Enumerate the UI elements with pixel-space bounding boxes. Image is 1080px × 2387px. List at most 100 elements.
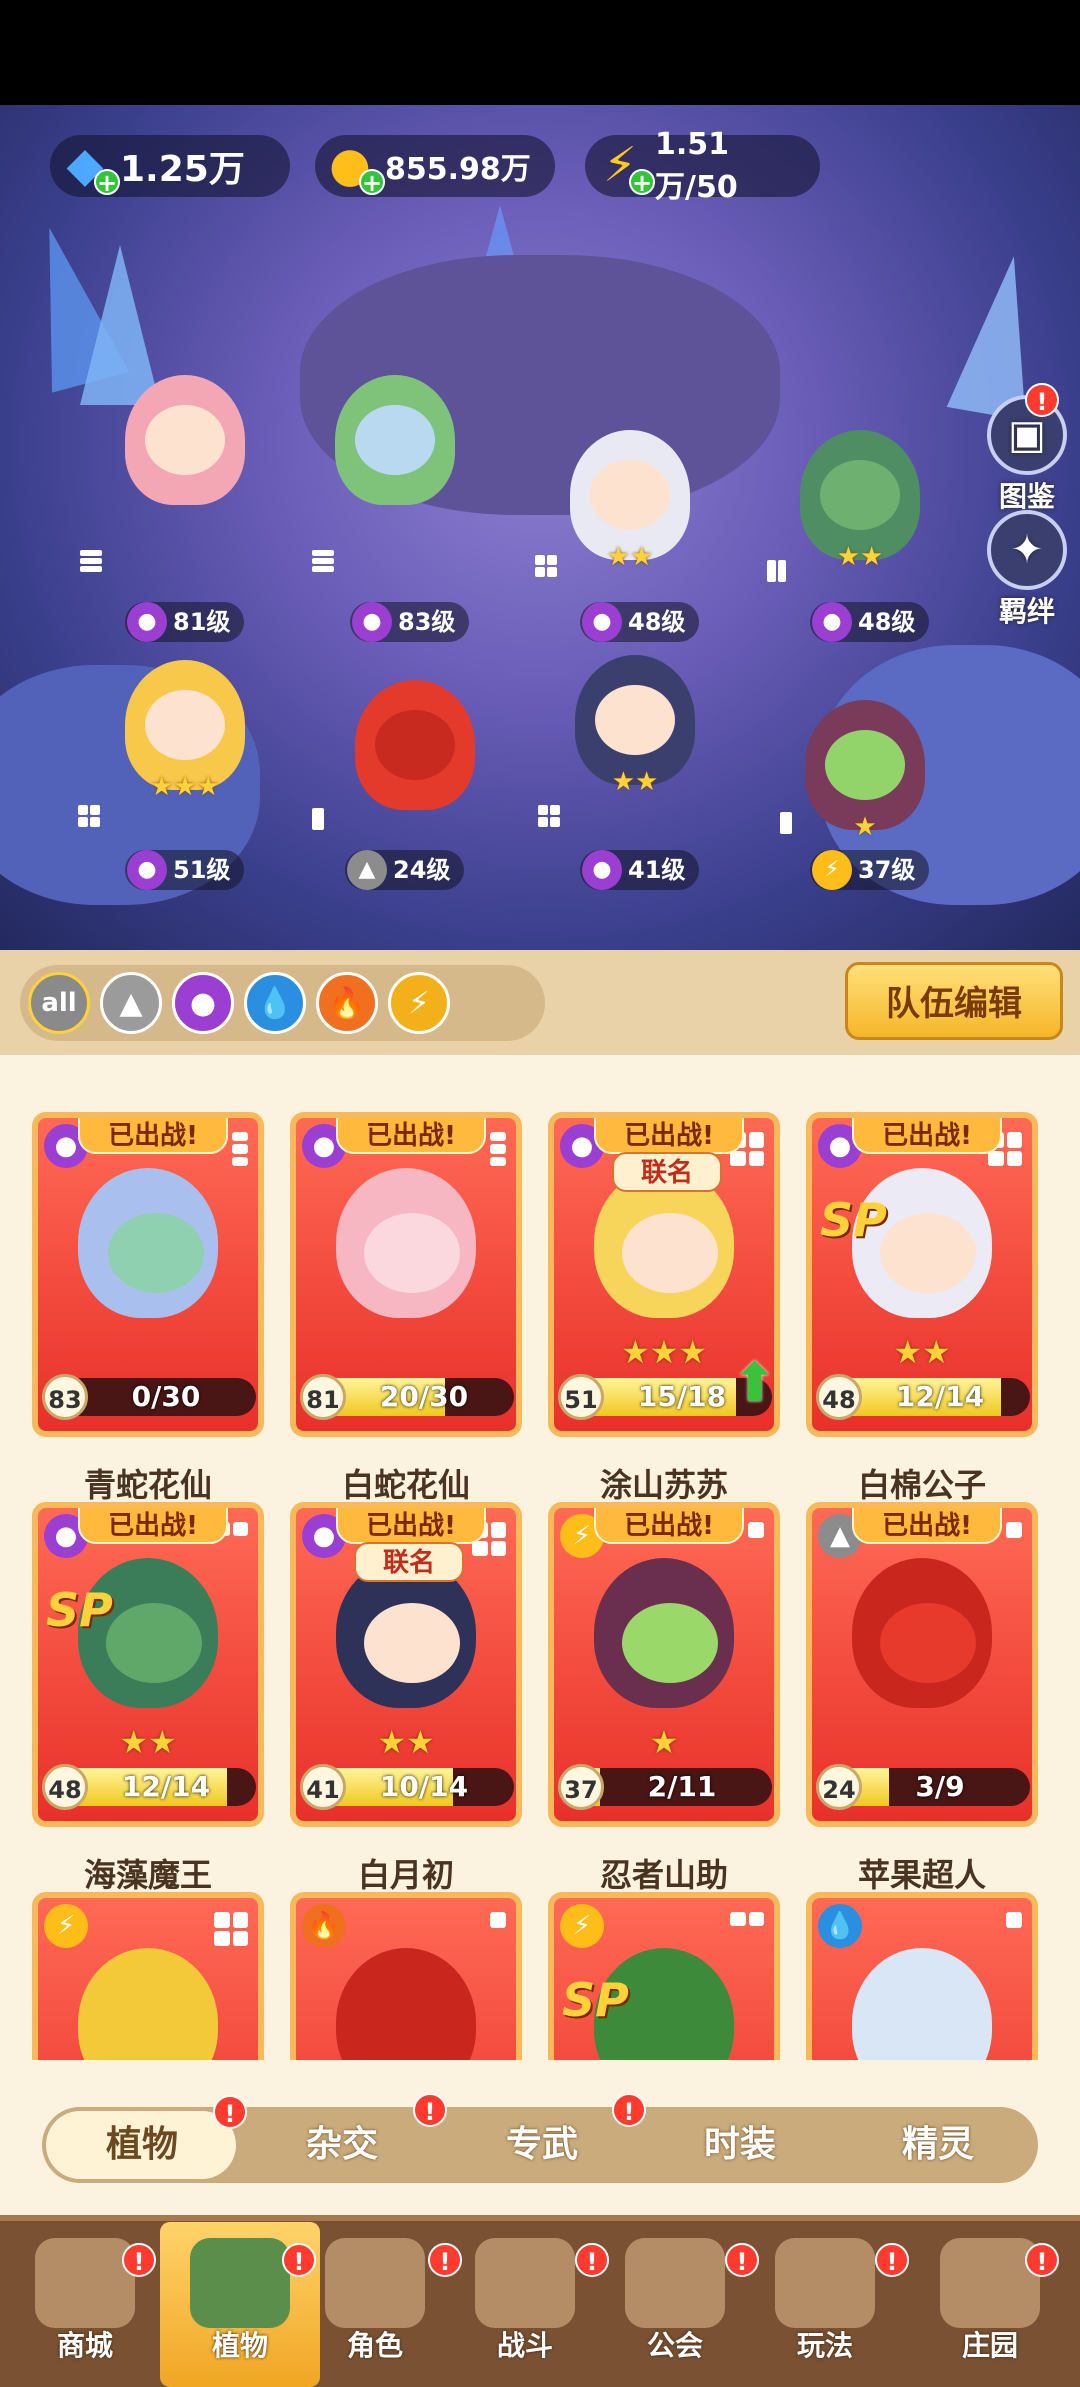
slot-icon: [767, 560, 797, 582]
poison-element-icon: ●: [127, 602, 167, 642]
lightning-filter-icon[interactable]: ⚡: [388, 972, 450, 1034]
hero-face: [825, 730, 905, 800]
formation-hero[interactable]: [320, 375, 470, 555]
nav-label: 庄园: [961, 2329, 1018, 2362]
nav-battle[interactable]: 战斗: [455, 2232, 595, 2382]
nav-label: 商城: [56, 2329, 113, 2362]
hero-face: [375, 710, 455, 780]
tab-plants[interactable]: 植物: [42, 2107, 242, 2183]
sword-filter-icon[interactable]: ▲: [100, 972, 162, 1034]
plant-face: [364, 1603, 460, 1683]
sp-badge: SP: [46, 1583, 113, 1637]
energy-amount: 1.51万/50: [655, 126, 738, 205]
status-bar: [0, 0, 1080, 105]
add-energy-icon[interactable]: +: [629, 169, 655, 195]
plant-face: [364, 1213, 460, 1293]
hero-face: [820, 460, 900, 530]
sword-element-icon: ▲: [347, 850, 387, 890]
tab-weapons[interactable]: 专武: [442, 2107, 642, 2183]
nav-characters[interactable]: 角色: [305, 2232, 445, 2382]
formation-hero[interactable]: [110, 375, 260, 555]
formation-hero[interactable]: [340, 680, 490, 860]
fire-filter-icon[interactable]: 🔥: [316, 972, 378, 1034]
formation-hero[interactable]: ★★★: [110, 660, 260, 840]
poison-element-icon: ●: [352, 602, 392, 642]
hero-level: ● 81级: [125, 602, 245, 642]
hero-stars: ★★: [606, 542, 654, 572]
plant-card[interactable]: ● 已出战! 20/30 81: [290, 1112, 522, 1437]
coin-counter[interactable]: ● + 855.98万: [315, 135, 555, 197]
add-coins-icon[interactable]: +: [359, 169, 385, 195]
gem-amount: 1.25万: [120, 149, 245, 190]
notification-badge: !: [575, 2243, 609, 2277]
notification-badge: !: [282, 2243, 316, 2277]
plant-card[interactable]: ● 已出战! 联名 ★★★ 15/18 51 ⬆: [548, 1112, 780, 1437]
plant-portrait: [78, 1948, 218, 2060]
water-filter-icon[interactable]: 💧: [244, 972, 306, 1034]
plant-card[interactable]: ⚡ 已出战! ★ 2/11 37: [548, 1502, 780, 1827]
card-level: 41: [300, 1764, 346, 1810]
nav-gameplay[interactable]: 玩法: [755, 2232, 895, 2382]
hero-level: ● 83级: [350, 602, 470, 642]
deployed-label: 已出战!: [336, 1118, 486, 1154]
hero-level: ● 48级: [810, 602, 930, 642]
notification-badge: !: [1025, 383, 1059, 417]
slot-icon: [490, 1132, 506, 1166]
card-level: 37: [558, 1764, 604, 1810]
plant-card[interactable]: ⚡ SP: [548, 1892, 780, 2060]
fire-element-icon: 🔥: [302, 1904, 346, 1948]
nav-guild[interactable]: 公会: [605, 2232, 745, 2382]
card-level: 24: [816, 1764, 862, 1810]
card-level: 81: [300, 1374, 346, 1420]
plant-card[interactable]: ● 已出战! SP ★★ 12/14 48: [806, 1112, 1038, 1437]
linkage-label: 联名: [612, 1152, 722, 1192]
tab-hybrid[interactable]: 杂交: [242, 2107, 442, 2183]
poison-element-icon: ●: [582, 602, 622, 642]
plant-card[interactable]: ▲ 已出战! 3/9 24: [806, 1502, 1038, 1827]
poison-filter-icon[interactable]: ●: [172, 972, 234, 1034]
slot-icon: [748, 1522, 764, 1538]
card-stars: ★★: [377, 1723, 435, 1761]
plant-card[interactable]: ● 已出战! 0/30 83: [32, 1112, 264, 1437]
card-level: 48: [816, 1374, 862, 1420]
hero-stars: ★★: [611, 767, 659, 797]
slot-icon: [232, 1132, 248, 1166]
water-element-icon: 💧: [818, 1904, 862, 1948]
nav-label: 战斗: [496, 2329, 553, 2362]
plant-name: 青蛇花仙: [83, 1466, 212, 1504]
slot-icon: [535, 555, 557, 577]
tab-costumes[interactable]: 时装: [640, 2107, 840, 2183]
add-gems-icon[interactable]: +: [94, 169, 120, 195]
team-edit-button[interactable]: 队伍编辑: [845, 962, 1063, 1040]
notification-badge: !: [725, 2243, 759, 2277]
formation-hero[interactable]: ★★: [560, 655, 710, 835]
notification-badge: !: [428, 2243, 462, 2277]
lightning-element-icon: ⚡: [560, 1904, 604, 1948]
bonds-button[interactable]: ✦ 羁绊: [982, 510, 1072, 630]
gem-counter[interactable]: ◆ + 1.25万: [50, 135, 290, 197]
deployed-label: 已出战!: [594, 1118, 744, 1154]
plant-card[interactable]: ● 已出战! 联名 ★★ 10/14 41: [290, 1502, 522, 1827]
energy-counter[interactable]: ⚡ + 1.51万/50: [585, 127, 820, 205]
collection-label: 图鉴: [998, 480, 1055, 513]
plant-face: [622, 1213, 718, 1293]
plant-card[interactable]: 🔥: [290, 1892, 522, 2060]
slot-icon: [1006, 1522, 1022, 1538]
plant-name: 苹果超人: [857, 1856, 986, 1894]
formation-hero[interactable]: ★★: [785, 430, 935, 610]
card-level: 51: [558, 1374, 604, 1420]
plant-card[interactable]: ⚡: [32, 1892, 264, 2060]
plant-card[interactable]: ● 已出战! SP ★★ 12/14 48: [32, 1502, 264, 1827]
star-emblem-icon: ✦: [987, 510, 1067, 590]
filter-all[interactable]: all: [28, 972, 90, 1034]
formation-hero[interactable]: ★★: [555, 430, 705, 610]
card-level: 48: [42, 1764, 88, 1810]
sp-badge: SP: [820, 1193, 887, 1247]
slot-icon: [490, 1912, 506, 1928]
collection-button[interactable]: ▣ 图鉴: [982, 395, 1072, 515]
hero-level: ▲ 24级: [345, 850, 465, 890]
slot-icon: [312, 808, 324, 830]
shop-icon: [35, 2238, 135, 2328]
plant-card[interactable]: 💧: [806, 1892, 1038, 2060]
tab-spirits[interactable]: 精灵: [838, 2107, 1038, 2183]
